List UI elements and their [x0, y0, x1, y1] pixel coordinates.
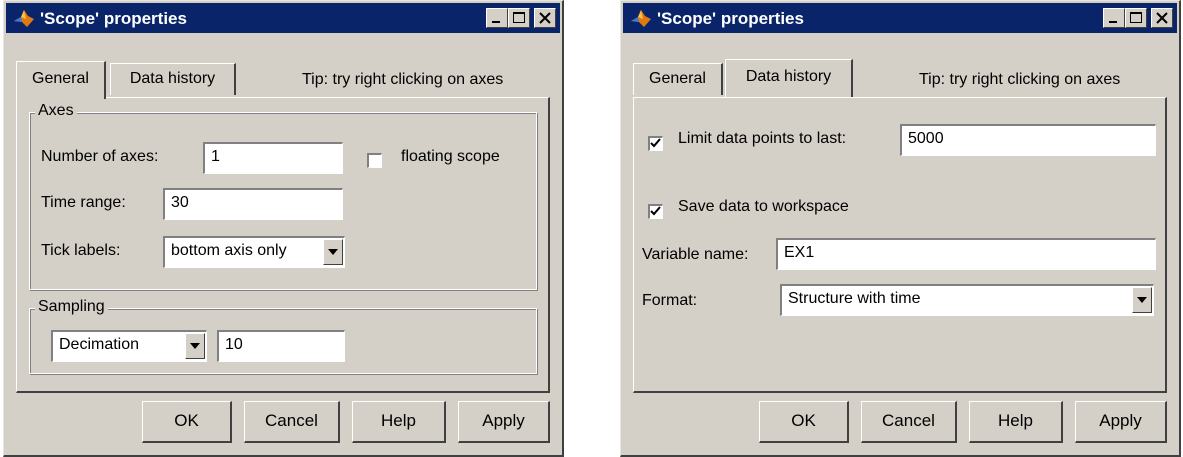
close-icon[interactable] [534, 8, 556, 28]
variable-name-input[interactable]: EX1 [776, 238, 1156, 270]
minimize-icon[interactable] [486, 8, 508, 28]
format-select[interactable]: Structure with time [780, 284, 1154, 316]
ok-button-label: OK [791, 411, 816, 430]
number-of-axes-value: 1 [211, 148, 220, 165]
floating-scope-label: floating scope [401, 148, 500, 165]
limit-points-checkbox[interactable] [648, 136, 663, 151]
tab-data-history-label: Data history [745, 68, 832, 85]
close-icon[interactable] [1151, 8, 1173, 28]
tab-general[interactable]: General [633, 63, 723, 95]
variable-name-label: Variable name: [642, 246, 749, 263]
limit-points-input[interactable]: 5000 [900, 124, 1156, 156]
matlab-icon [631, 10, 651, 27]
maximize-icon[interactable] [1125, 8, 1147, 28]
floating-scope-checkbox[interactable] [367, 153, 382, 168]
tab-data-history[interactable]: Data history [110, 63, 236, 95]
chevron-down-icon[interactable] [185, 333, 205, 359]
tab-data-history[interactable]: Data history [725, 59, 853, 97]
scope-properties-dialog-general: 'Scope' properties General Data history … [3, 0, 564, 457]
cancel-button[interactable]: Cancel [861, 401, 957, 443]
time-range-value: 30 [171, 194, 189, 211]
axes-group-label: Axes [35, 102, 77, 120]
tick-labels-select[interactable]: bottom axis only [163, 236, 345, 268]
title-bar[interactable]: 'Scope' properties [6, 3, 560, 33]
help-button-label: Help [381, 411, 416, 430]
number-of-axes-label: Number of axes: [41, 148, 159, 165]
tab-data-history-label: Data history [129, 70, 216, 87]
minimize-icon[interactable] [1103, 8, 1125, 28]
save-to-workspace-checkbox[interactable] [648, 204, 663, 219]
matlab-icon [14, 10, 34, 27]
cancel-button-label: Cancel [265, 411, 318, 430]
ok-button[interactable]: OK [142, 401, 232, 443]
format-value: Structure with time [788, 290, 921, 307]
tip-text: Tip: try right clicking on axes [302, 71, 504, 88]
help-button-label: Help [998, 411, 1033, 430]
checkmark-icon [650, 138, 661, 148]
sampling-mode-value: Decimation [59, 336, 140, 353]
window-title: 'Scope' properties [657, 9, 804, 28]
apply-button[interactable]: Apply [458, 401, 550, 443]
time-range-label: Time range: [41, 194, 126, 211]
sampling-factor-value: 10 [225, 336, 243, 353]
chevron-down-icon[interactable] [323, 239, 343, 265]
tick-labels-label: Tick labels: [41, 242, 121, 259]
apply-button-label: Apply [1099, 411, 1142, 430]
tab-panel: Limit data points to last: 5000 Save dat… [633, 97, 1167, 393]
scope-properties-dialog-data-history: 'Scope' properties General Data history … [620, 0, 1181, 457]
help-button[interactable]: Help [969, 401, 1063, 443]
time-range-input[interactable]: 30 [163, 188, 343, 220]
checkmark-icon [650, 206, 661, 216]
cancel-button[interactable]: Cancel [244, 401, 340, 443]
limit-points-label: Limit data points to last: [678, 130, 847, 147]
ok-button-label: OK [174, 411, 199, 430]
number-of-axes-input[interactable]: 1 [203, 142, 343, 174]
sampling-mode-select[interactable]: Decimation [51, 330, 207, 362]
title-bar[interactable]: 'Scope' properties [623, 3, 1177, 33]
maximize-icon[interactable] [508, 8, 530, 28]
tab-panel: Axes Number of axes: 1 floating scope Ti… [16, 97, 550, 393]
tip-text: Tip: try right clicking on axes [919, 71, 1121, 88]
format-label: Format: [642, 292, 698, 309]
limit-points-value: 5000 [908, 130, 944, 147]
tab-general-label: General [32, 70, 89, 87]
window-title: 'Scope' properties [40, 9, 187, 28]
tick-labels-value: bottom axis only [171, 242, 287, 259]
sampling-factor-input[interactable]: 10 [217, 330, 345, 362]
tab-general[interactable]: General [16, 61, 106, 99]
cancel-button-label: Cancel [882, 411, 935, 430]
chevron-down-icon[interactable] [1132, 287, 1152, 313]
tab-general-label: General [649, 70, 706, 87]
sampling-group-label: Sampling [35, 298, 108, 316]
help-button[interactable]: Help [352, 401, 446, 443]
ok-button[interactable]: OK [759, 401, 849, 443]
apply-button-label: Apply [482, 411, 525, 430]
variable-name-value: EX1 [784, 244, 815, 261]
save-to-workspace-label: Save data to workspace [678, 198, 849, 215]
apply-button[interactable]: Apply [1075, 401, 1167, 443]
